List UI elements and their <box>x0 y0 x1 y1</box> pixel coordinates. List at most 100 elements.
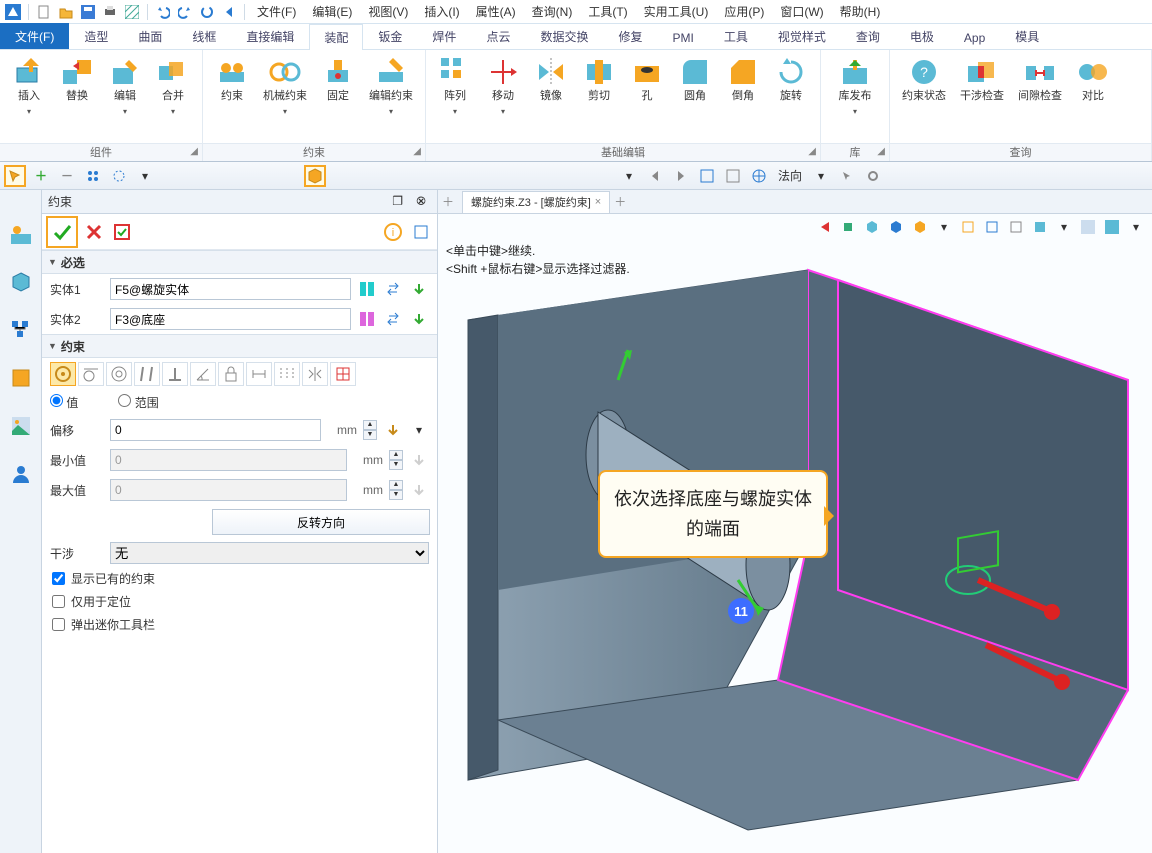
btn-interference[interactable]: 干涉检查 <box>954 54 1010 105</box>
home-icon[interactable]: ▾ <box>618 165 640 187</box>
btn-constraint[interactable]: 约束 <box>209 54 255 105</box>
ribbon-tab-17[interactable]: 模具 <box>1000 23 1054 49</box>
save-icon[interactable] <box>79 3 97 21</box>
tab-close-icon[interactable]: × <box>595 196 601 208</box>
zoom-fit-icon[interactable] <box>696 165 718 187</box>
btn-clearance[interactable]: 间隙检查 <box>1012 54 1068 105</box>
ribbon-tab-3[interactable]: 线框 <box>177 23 231 49</box>
viewport[interactable]: ＋ 螺旋约束.Z3 - [螺旋约束] × ＋ ▾ ▾ ▾ <单击中键>继续. <box>438 190 1152 853</box>
btn-constraint-status[interactable]: ?约束状态 <box>896 54 952 105</box>
ribbon-tab-1[interactable]: 造型 <box>69 23 123 49</box>
refresh-icon[interactable] <box>198 3 216 21</box>
document-tab[interactable]: 螺旋约束.Z3 - [螺旋约束] × <box>462 191 610 213</box>
btn-chamfer[interactable]: 倒角 <box>720 54 766 105</box>
distance-icon[interactable] <box>246 362 272 386</box>
offset-down-icon[interactable] <box>383 420 403 440</box>
chk-position-only[interactable] <box>52 595 65 608</box>
btn-mirror[interactable]: 镜像 <box>528 54 574 105</box>
ribbon-tab-4[interactable]: 直接编辑 <box>231 23 309 49</box>
rail-cube-icon[interactable] <box>7 268 35 296</box>
ribbon-tab-assembly[interactable]: 装配 <box>309 24 363 50</box>
entity1-pick-icon[interactable] <box>357 279 377 299</box>
zoom-fit2-icon[interactable] <box>722 165 744 187</box>
btn-cut[interactable]: 剪切 <box>576 54 622 105</box>
chk-mini-toolbar[interactable] <box>52 618 65 631</box>
entity1-down-icon[interactable] <box>409 279 429 299</box>
offset-spinner[interactable]: ▲▼ <box>363 420 377 440</box>
ribbon-tab-14[interactable]: 查询 <box>841 23 895 49</box>
btn-hole[interactable]: 孔 <box>624 54 670 105</box>
reverse-button[interactable]: 反转方向 <box>212 509 430 535</box>
ribbon-tab-13[interactable]: 视觉样式 <box>763 23 841 49</box>
chk-show-existing[interactable] <box>52 572 65 585</box>
ribbon-tab-file[interactable]: 文件(F) <box>0 23 69 49</box>
vt-dd1-icon[interactable]: ▾ <box>934 217 954 237</box>
btn-compare[interactable]: 对比 <box>1070 54 1116 105</box>
btn-publish[interactable]: 库发布▾ <box>827 54 883 118</box>
btn-insert[interactable]: 插入▾ <box>6 54 52 118</box>
dialog-launcher-icon[interactable]: ◢ <box>413 146 421 157</box>
btn-merge[interactable]: 合并▾ <box>150 54 196 118</box>
parallel-icon[interactable] <box>134 362 160 386</box>
pointer-icon[interactable] <box>4 165 26 187</box>
undo-icon[interactable] <box>154 3 172 21</box>
interference-select[interactable]: 无 <box>110 542 429 564</box>
ribbon-tab-15[interactable]: 电极 <box>895 23 949 49</box>
btn-replace[interactable]: 替换 <box>54 54 100 105</box>
offset-input[interactable] <box>110 419 321 441</box>
filter-all-icon[interactable] <box>82 165 104 187</box>
menu-app[interactable]: 应用(P) <box>718 3 770 20</box>
ribbon-tab-7[interactable]: 焊件 <box>417 23 471 49</box>
menu-tools[interactable]: 工具(T) <box>582 3 633 20</box>
rail-tree-icon[interactable] <box>7 316 35 344</box>
section-constraint[interactable]: ▼约束 <box>42 334 437 358</box>
print-icon[interactable] <box>101 3 119 21</box>
redo-icon[interactable] <box>176 3 194 21</box>
menu-view[interactable]: 视图(V) <box>362 3 414 20</box>
view-mode-dd-icon[interactable]: ▾ <box>810 165 832 187</box>
panel-close-icon[interactable]: ⮿ <box>411 192 431 212</box>
vt-color2-icon[interactable] <box>1102 217 1122 237</box>
back-icon[interactable] <box>220 3 238 21</box>
entity1-swap-icon[interactable] <box>383 279 403 299</box>
coincident-icon[interactable] <box>50 362 76 386</box>
pointer2-icon[interactable] <box>836 165 858 187</box>
ribbon-tab-9[interactable]: 数据交换 <box>525 23 603 49</box>
entity1-input[interactable] <box>110 278 351 300</box>
lock-icon[interactable] <box>218 362 244 386</box>
btn-pattern[interactable]: 阵列▾ <box>432 54 478 118</box>
filter-dotted-icon[interactable] <box>108 165 130 187</box>
vt-cube-icon[interactable] <box>862 217 882 237</box>
open-icon[interactable] <box>57 3 75 21</box>
vt-dd3-icon[interactable]: ▾ <box>1126 217 1146 237</box>
radio-range[interactable]: 范围 <box>118 394 158 411</box>
ribbon-tab-16[interactable]: App <box>949 26 1000 49</box>
radio-value[interactable]: 值 <box>50 394 78 411</box>
menu-window[interactable]: 窗口(W) <box>774 3 829 20</box>
symmetric-icon[interactable] <box>302 362 328 386</box>
dialog-launcher-icon[interactable]: ◢ <box>877 146 885 157</box>
vt-dd2-icon[interactable]: ▾ <box>1054 217 1074 237</box>
ribbon-tab-2[interactable]: 曲面 <box>123 23 177 49</box>
section-required[interactable]: ▼必选 <box>42 250 437 274</box>
vt-view-icon[interactable] <box>982 217 1002 237</box>
btn-edit[interactable]: 编辑▾ <box>102 54 148 118</box>
entity2-input[interactable] <box>110 308 351 330</box>
rail-user-icon[interactable] <box>7 460 35 488</box>
cancel-icon[interactable] <box>82 220 106 244</box>
btn-rotate[interactable]: 旋转 <box>768 54 814 105</box>
tab-add-right-icon[interactable]: ＋ <box>610 193 630 210</box>
ribbon-tab-12[interactable]: 工具 <box>709 23 763 49</box>
ribbon-tab-10[interactable]: 修复 <box>603 23 657 49</box>
apply-icon[interactable] <box>110 220 134 244</box>
menu-query[interactable]: 查询(N) <box>526 3 579 20</box>
vt-cube2-icon[interactable] <box>886 217 906 237</box>
menu-insert[interactable]: 插入(I) <box>418 3 465 20</box>
angle-icon[interactable] <box>190 362 216 386</box>
offset-opt-icon[interactable]: ▾ <box>409 420 429 440</box>
menu-util[interactable]: 实用工具(U) <box>638 3 715 20</box>
ribbon-tab-11[interactable]: PMI <box>657 26 708 49</box>
menu-edit[interactable]: 编辑(E) <box>306 3 358 20</box>
hatch-icon[interactable] <box>123 3 141 21</box>
btn-fix[interactable]: 固定 <box>315 54 361 105</box>
